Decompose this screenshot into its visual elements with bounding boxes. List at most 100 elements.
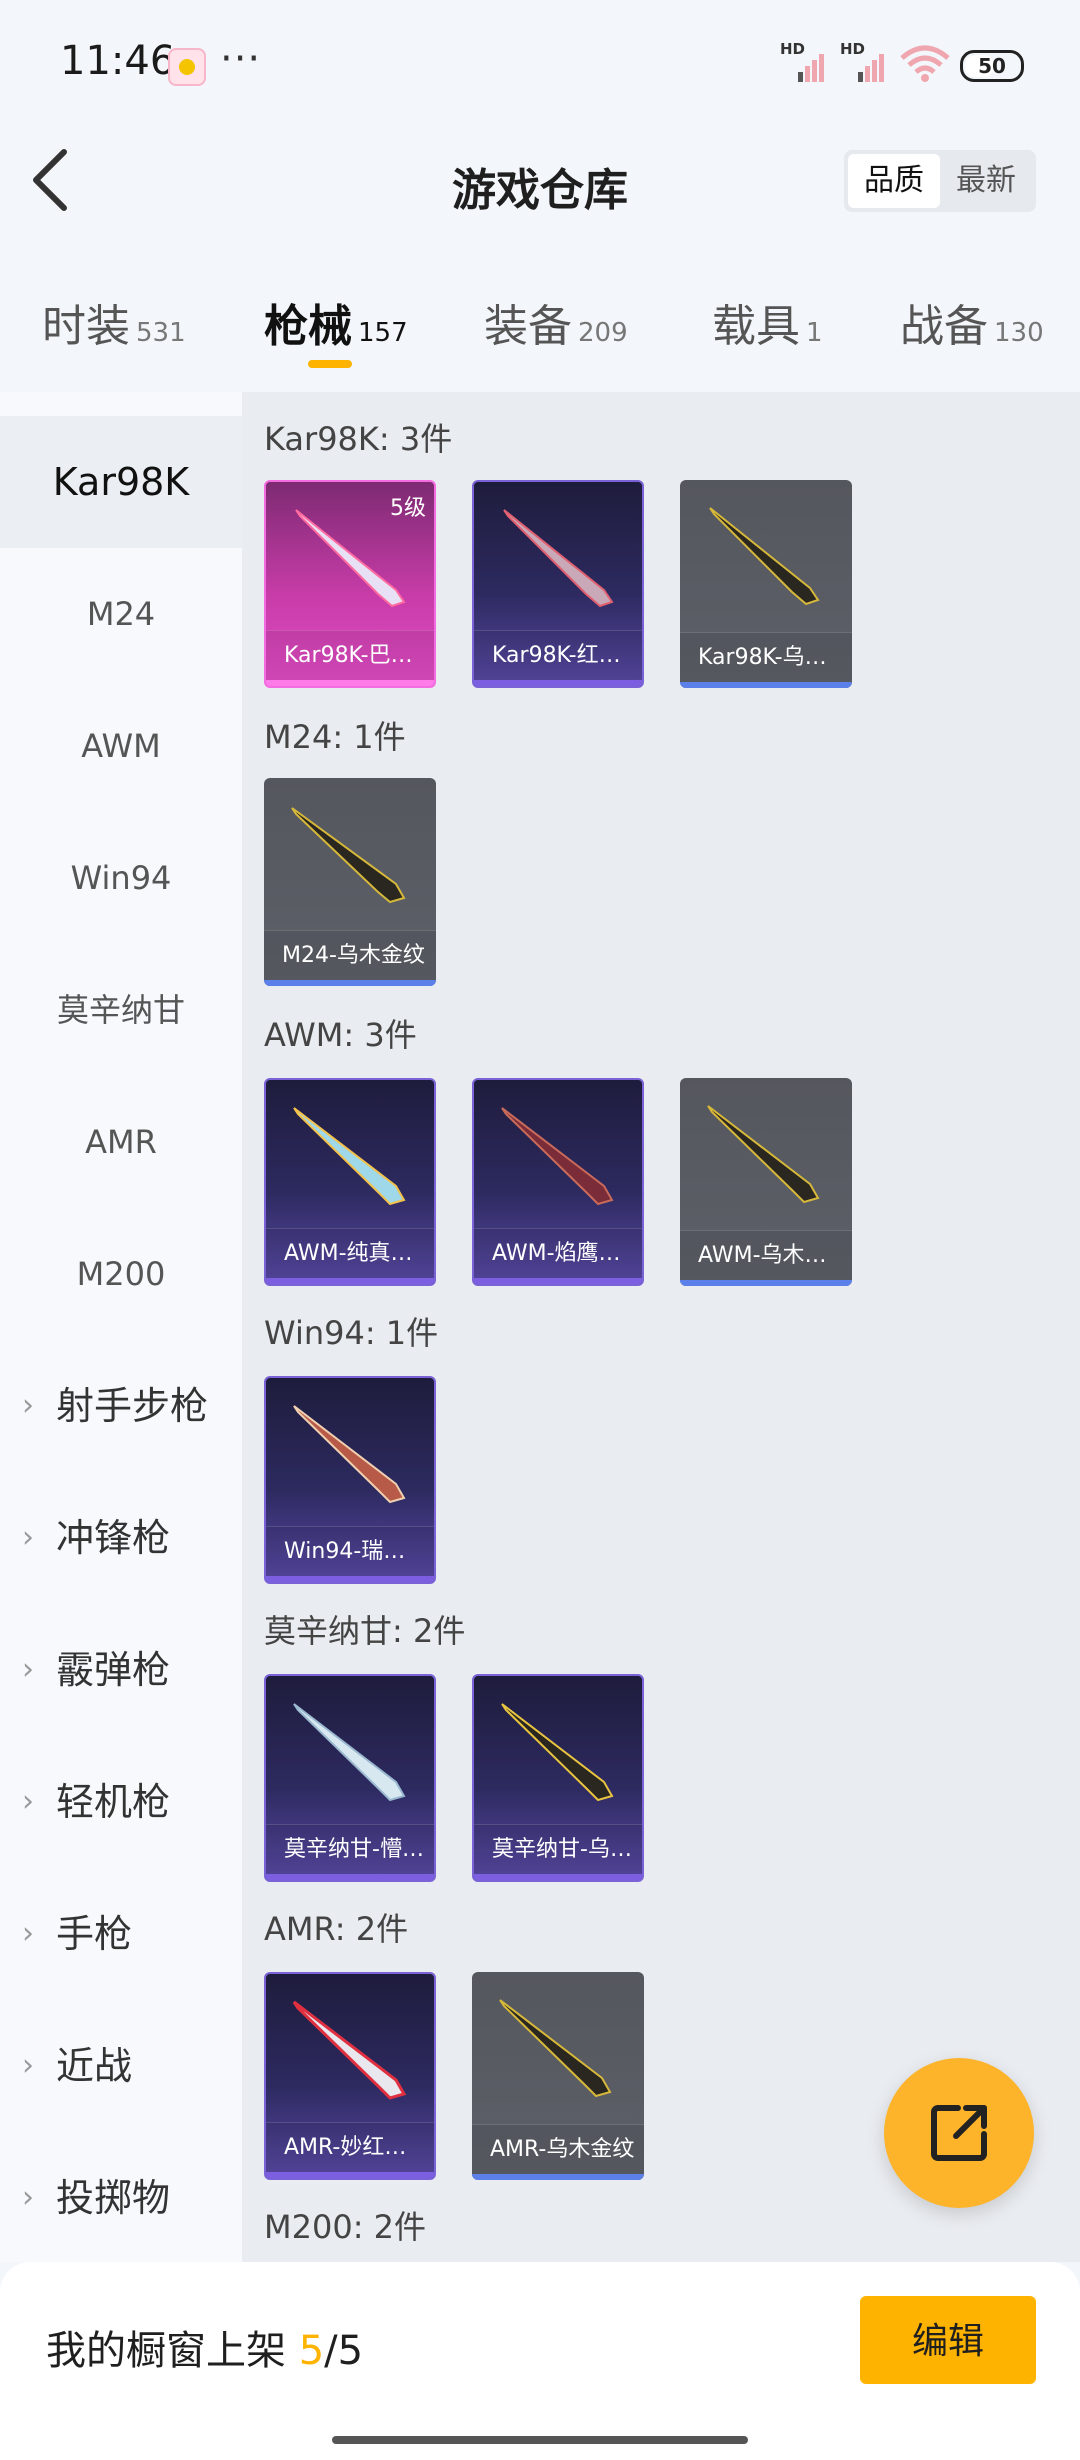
app-notification-icon — [168, 48, 206, 86]
sidebar-item-m24[interactable]: M24 — [0, 548, 242, 680]
weapon-list: Kar98K: 3件 5级 Kar98K-巴… Kar98K-红… Kar98K… — [242, 392, 1080, 2262]
section-title: Win94: 1件 — [264, 1314, 439, 1352]
chevron-right-icon: › — [22, 2180, 34, 2215]
home-indicator[interactable] — [332, 2436, 748, 2444]
skin-card[interactable]: AMR-乌木金纹 — [472, 1972, 644, 2180]
skin-name: AWM-焰鹰… — [474, 1228, 642, 1278]
sidebar-group-dmr[interactable]: › 射手步枪 — [0, 1340, 242, 1472]
rifle-icon — [707, 1105, 820, 1204]
rarity-bar — [474, 680, 642, 686]
rarity-bar — [680, 682, 852, 688]
battery-level: 50 — [978, 54, 1006, 78]
sidebar-group-throwables[interactable]: › 投掷物 — [0, 2132, 242, 2264]
skin-card[interactable]: 莫辛纳甘-乌… — [472, 1674, 644, 1882]
signal-icon: HD — [780, 40, 832, 82]
sidebar-item-m200[interactable]: M200 — [0, 1208, 242, 1340]
rifle-icon — [291, 807, 406, 904]
rifle-icon — [503, 509, 614, 608]
rarity-bar — [680, 1280, 852, 1286]
showcase-status: 我的橱窗上架 5/5 — [46, 2328, 364, 2374]
rarity-bar — [266, 1874, 434, 1880]
sidebar-group-smg[interactable]: › 冲锋枪 — [0, 1472, 242, 1604]
sort-latest-button[interactable]: 最新 — [940, 154, 1032, 208]
section-title: AWM: 3件 — [264, 1016, 417, 1054]
skin-name: Kar98K-红… — [474, 630, 642, 680]
chevron-right-icon: › — [22, 1520, 34, 1555]
more-notifications-icon: ··· — [220, 36, 262, 82]
skin-card[interactable]: AWM-纯真… — [264, 1078, 436, 1286]
skin-card[interactable]: Kar98K-红… — [472, 480, 644, 688]
skin-name: M24-乌木金纹 — [264, 930, 436, 980]
tab-fashion[interactable]: 时装 531 — [42, 290, 186, 354]
skin-name: Kar98K-巴… — [266, 630, 434, 680]
skin-name: AMR-妙红点点 — [266, 2122, 434, 2172]
rarity-bar — [474, 1874, 642, 1880]
sidebar-group-melee[interactable]: › 近战 — [0, 2000, 242, 2132]
rarity-bar — [264, 980, 436, 986]
category-tabs: 时装 531 枪械 157 装备 209 载具 1 战备 130 — [0, 290, 1080, 380]
skin-name: Kar98K-乌… — [680, 632, 852, 682]
status-bar: 11:46 ··· HD HD 50 — [0, 0, 1080, 130]
edit-button[interactable]: 编辑 — [860, 2296, 1036, 2384]
chevron-right-icon: › — [22, 2048, 34, 2083]
section-title: 莫辛纳甘: 2件 — [264, 1612, 466, 1650]
skin-name: AWM-乌木… — [680, 1230, 852, 1280]
signal-icon-2: HD — [840, 40, 892, 82]
chevron-right-icon: › — [22, 1652, 34, 1687]
rarity-bar — [266, 680, 434, 686]
sidebar-group-lmg[interactable]: › 轻机枪 — [0, 1736, 242, 1868]
wifi-icon — [900, 45, 950, 82]
rifle-icon — [293, 1703, 406, 1802]
showcase-bar: 我的橱窗上架 5/5 编辑 — [0, 2262, 1080, 2460]
rarity-bar — [266, 1576, 434, 1582]
sidebar-item-kar98k[interactable]: Kar98K — [0, 416, 242, 548]
rarity-bar — [266, 2172, 434, 2178]
skin-card[interactable]: Win94-瑞龙… — [264, 1376, 436, 1584]
rifle-icon — [293, 1107, 406, 1206]
sidebar-group-shotgun[interactable]: › 霰弹枪 — [0, 1604, 242, 1736]
skin-card[interactable]: AMR-妙红点点 — [264, 1972, 436, 2180]
sidebar-group-pistol[interactable]: › 手枪 — [0, 1868, 242, 2000]
rifle-icon — [292, 2000, 407, 2100]
status-time: 11:46 — [60, 38, 176, 84]
skin-name: Win94-瑞龙… — [266, 1526, 434, 1576]
skin-name: AWM-纯真… — [266, 1228, 434, 1278]
skin-card[interactable]: 5级 Kar98K-巴… — [264, 480, 436, 688]
tab-firearms[interactable]: 枪械 157 — [264, 290, 408, 354]
rifle-icon — [501, 1703, 614, 1802]
sidebar-item-amr[interactable]: AMR — [0, 1076, 242, 1208]
rarity-bar — [474, 1278, 642, 1284]
rifle-icon — [709, 507, 820, 606]
skin-card[interactable]: AWM-焰鹰… — [472, 1078, 644, 1286]
sidebar-item-mosin[interactable]: 莫辛纳甘 — [0, 944, 242, 1076]
skin-card[interactable]: Kar98K-乌… — [680, 480, 852, 688]
skin-card[interactable]: 莫辛纳甘-懵… — [264, 1674, 436, 1882]
sort-quality-button[interactable]: 品质 — [848, 154, 940, 208]
sidebar-item-awm[interactable]: AWM — [0, 680, 242, 812]
rifle-icon — [499, 1999, 612, 2098]
tab-equipment[interactable]: 装备 209 — [484, 290, 628, 354]
weapon-sidebar: Kar98K M24 AWM Win94 莫辛纳甘 AMR M200 › 射手步… — [0, 392, 242, 2262]
section-title: M24: 1件 — [264, 718, 406, 756]
chevron-right-icon: › — [22, 1784, 34, 1819]
sidebar-item-win94[interactable]: Win94 — [0, 812, 242, 944]
skin-name: AMR-乌木金纹 — [472, 2124, 644, 2174]
battery-icon: 50 — [960, 50, 1024, 82]
level-badge: 5级 — [390, 496, 426, 521]
section-title: AMR: 2件 — [264, 1910, 409, 1948]
skin-card[interactable]: M24-乌木金纹 — [264, 778, 436, 986]
share-icon — [931, 2105, 987, 2161]
tab-supplies[interactable]: 战备 130 — [900, 290, 1044, 354]
rarity-bar — [266, 1278, 434, 1284]
tab-vehicles[interactable]: 载具 1 — [712, 290, 823, 354]
skin-name: 莫辛纳甘-乌… — [474, 1824, 642, 1874]
rarity-bar — [472, 2174, 644, 2180]
chevron-right-icon: › — [22, 1388, 34, 1423]
active-tab-indicator — [308, 360, 352, 368]
sort-toggle: 品质 最新 — [844, 150, 1036, 212]
skin-name: 莫辛纳甘-懵… — [266, 1824, 434, 1874]
section-title: M200: 2件 — [264, 2208, 427, 2246]
rifle-icon — [501, 1107, 614, 1206]
skin-card[interactable]: AWM-乌木… — [680, 1078, 852, 1286]
share-button[interactable] — [884, 2058, 1034, 2208]
